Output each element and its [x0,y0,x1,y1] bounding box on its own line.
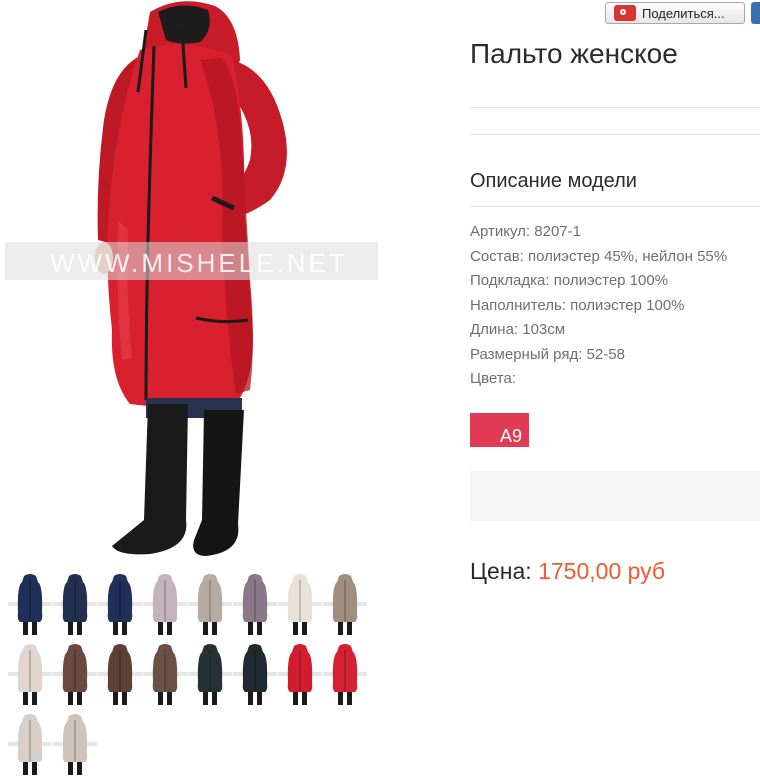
purchase-panel [470,471,760,521]
spec-size-range: Размерный ряд: 52-58 [470,345,625,363]
coat-lilac-thumb[interactable] [143,572,187,638]
divider [470,107,760,108]
main-product-photo[interactable]: WWW.MISHELE.NET [0,0,390,560]
watermark-text: WWW.MISHELE.NET [50,248,348,278]
coat-brown-thumb[interactable] [143,642,187,708]
coat-brown-thumb[interactable] [53,642,97,708]
spec-composition: Состав: полиэстер 45%, нейлон 55% [470,247,728,265]
spec-colors-label: Цвета: [470,370,516,387]
coat-darkteal-thumb[interactable] [233,642,277,708]
spec-filling: Наполнитель: полиэстер 100% [470,296,685,314]
coat-red-thumb[interactable] [278,642,322,708]
coat-red-thumb[interactable] [323,642,367,708]
share-icon [614,5,636,21]
spec-lining: Подкладка: полиэстер 100% [470,272,669,289]
coat-brown-thumb[interactable] [98,642,142,708]
color-option-a9[interactable]: A9 [470,413,529,447]
social-share-icon[interactable] [751,2,760,24]
coat-beige-thumb[interactable] [8,712,52,778]
coat-ivory-thumb[interactable] [8,642,52,708]
coat-darkteal-thumb[interactable] [188,642,232,708]
coat-navy-thumb[interactable] [8,572,52,638]
coat-grey-thumb[interactable] [188,572,232,638]
product-specs: Артикул: 8207-1 Состав: полиэстер 45%, н… [470,220,727,392]
product-title: Пальто женское [470,38,678,69]
spec-length: Длина: 103см [470,321,566,338]
spec-article: Артикул: 8207-1 [470,223,581,240]
share-label: Поделиться... [642,5,725,21]
divider [470,206,760,207]
description-heading: Описание модели [470,170,637,192]
coat-cream-thumb[interactable] [278,572,322,638]
coat-mauve-thumb[interactable] [233,572,277,638]
price-row: Цена: 1750,00 руб [470,558,665,585]
red-coat-illustration [95,1,287,556]
price-label: Цена: [470,558,532,584]
share-button[interactable]: Поделиться... [605,2,745,24]
color-option-label: A9 [500,426,523,446]
coat-navy-thumb[interactable] [98,572,142,638]
coat-beige-thumb[interactable] [53,712,97,778]
coat-taupe-thumb[interactable] [323,572,367,638]
divider [470,134,760,135]
price-value: 1750,00 руб [538,558,666,584]
coat-navy-thumb[interactable] [53,572,97,638]
